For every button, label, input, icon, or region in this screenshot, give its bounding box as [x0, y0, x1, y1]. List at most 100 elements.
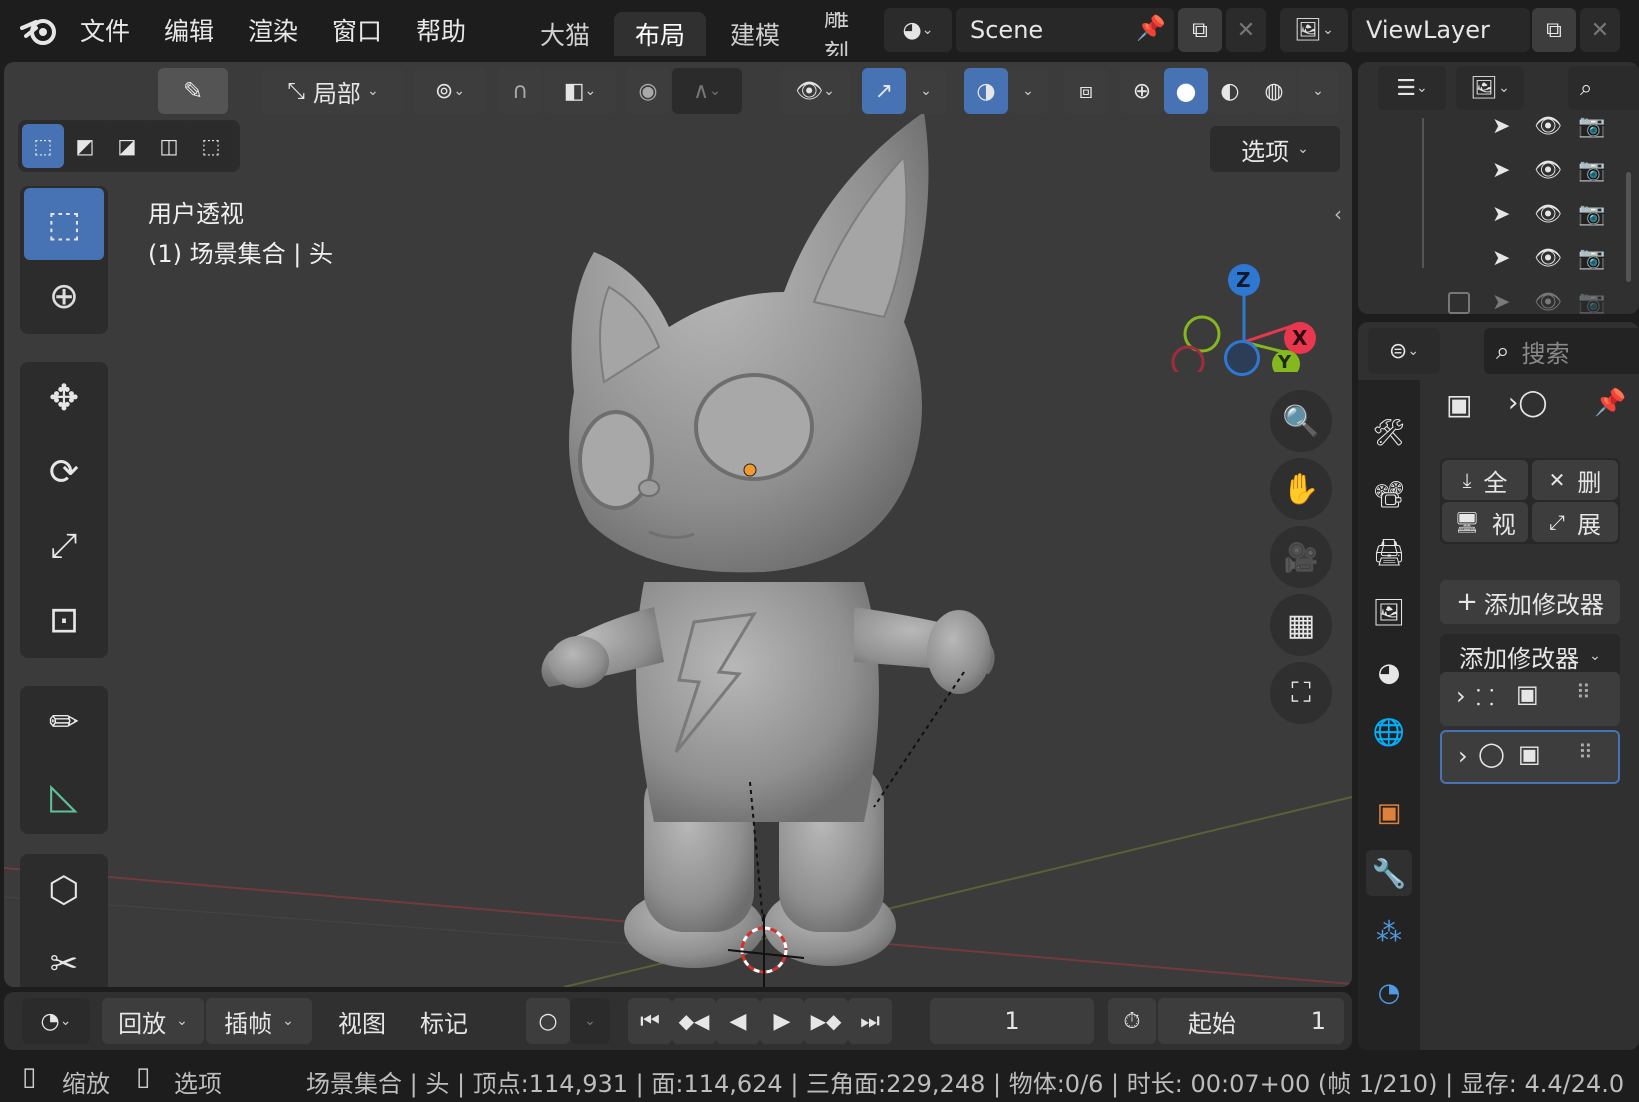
drag-handle-icon[interactable]: ⠿ — [1578, 740, 1593, 764]
select-arrow-icon[interactable]: ➤ — [1492, 158, 1510, 183]
expand-all-button[interactable]: ⤢ 展 — [1532, 502, 1618, 542]
marker-menu[interactable]: 标记 — [420, 1004, 468, 1039]
tool-select-box[interactable]: ⬚ — [24, 188, 104, 260]
tool-transform-origin[interactable]: ✂ — [24, 928, 104, 987]
viewlayer-browse-button[interactable]: 🖼 ⌄ — [1280, 8, 1348, 52]
modifier-panel-2[interactable]: › ◯ ▣ ⠿ — [1440, 730, 1620, 784]
outliner-filter-dropdown[interactable]: 🖼 ⌄ — [1456, 66, 1524, 110]
transform-orientation-dropdown[interactable]: ⤡ 局部 ⌄ — [262, 68, 404, 114]
tab-view-layer[interactable]: 🖼 — [1366, 590, 1412, 636]
shading-material-button[interactable]: ◐ — [1208, 68, 1252, 114]
tool-move[interactable]: ✥ — [24, 362, 104, 434]
tab-tool[interactable]: 🛠 — [1366, 410, 1412, 456]
proportional-edit-toggle[interactable]: ◉ — [626, 68, 670, 114]
3d-viewport[interactable]: ✎ ⤡ 局部 ⌄ ⊚ ⌄ ∩ ◧ ⌄ ◉ ∧ ⌄ 👁 ⌄ ↗ ⌄ ◑ ⌄ ⧈ ⊕… — [4, 62, 1352, 987]
use-preview-range-toggle[interactable]: ⏱ — [1108, 998, 1156, 1044]
tab-workspace-damao[interactable]: 大猫 — [520, 12, 610, 56]
view-menu[interactable]: 视图 — [338, 1004, 386, 1039]
select-mode-new-button[interactable]: ⬚ — [22, 124, 64, 168]
outliner-scrollbar[interactable] — [1626, 172, 1631, 282]
tab-scene[interactable]: ◕ — [1366, 650, 1412, 696]
camera-icon[interactable]: 📷 — [1578, 114, 1605, 139]
eyedropper-button[interactable]: ✎ — [158, 68, 228, 114]
shading-dropdown[interactable]: ⌄ — [1298, 68, 1338, 114]
auto-keying-dropdown[interactable]: ⌄ — [570, 998, 610, 1044]
xray-toggle[interactable]: ⧈ — [1064, 68, 1108, 114]
tab-physics[interactable]: ◔ — [1366, 970, 1412, 1016]
pan-view-button[interactable]: ✋ — [1270, 458, 1332, 520]
next-keyframe-button[interactable]: ▶◆ — [804, 998, 848, 1044]
delete-viewlayer-button[interactable]: ✕ — [1580, 8, 1620, 52]
expand-arrow-icon[interactable]: › — [1456, 682, 1466, 710]
menu-help[interactable]: 帮助 — [416, 12, 466, 48]
pivot-point-dropdown[interactable]: ⊚ ⌄ — [414, 68, 486, 114]
tab-object[interactable]: ▣ — [1366, 790, 1412, 836]
drag-handle-icon[interactable]: ⠿ — [1576, 680, 1591, 704]
menu-render[interactable]: 渲染 — [248, 12, 298, 48]
expand-arrow-icon[interactable]: › — [1458, 742, 1468, 770]
gizmo-neg-z-handle[interactable] — [1224, 340, 1260, 376]
eye-icon[interactable]: 👁 — [1534, 202, 1562, 227]
zoom-view-button[interactable]: 🔍 — [1270, 390, 1332, 452]
properties-editor-type-dropdown[interactable]: ⊜ ⌄ — [1368, 328, 1440, 374]
modifier-panel-1[interactable]: › ⸬ ▣ ⠿ — [1440, 672, 1620, 726]
modifier-toggles-icon[interactable]: ▣ — [1516, 680, 1539, 708]
tab-workspace-modeling[interactable]: 建模 — [710, 12, 800, 56]
playback-menu[interactable]: 回放 ⌄ — [102, 998, 204, 1044]
select-arrow-icon[interactable]: ➤ — [1492, 290, 1510, 314]
ortho-toggle-button[interactable]: ▦ — [1270, 594, 1332, 656]
current-frame-field[interactable]: 1 — [930, 998, 1094, 1044]
tool-scale[interactable]: ⤢ — [24, 510, 104, 582]
properties-search-field[interactable]: ⌕ 搜索 — [1484, 328, 1639, 374]
tab-world[interactable]: 🌐 — [1366, 710, 1412, 756]
new-viewlayer-button[interactable]: ⧉ — [1532, 8, 1576, 52]
checkbox[interactable] — [1448, 292, 1470, 314]
falloff-dropdown[interactable]: ∧ ⌄ — [672, 68, 742, 114]
eye-icon[interactable]: 👁 — [1534, 290, 1562, 314]
blender-logo-icon[interactable] — [20, 14, 60, 48]
camera-icon[interactable]: 📷 — [1578, 290, 1605, 314]
tab-modifiers[interactable]: 🔧 — [1366, 850, 1412, 896]
play-button[interactable]: ▶ — [760, 998, 804, 1044]
viewport-display-button[interactable]: 🖥 视 — [1442, 502, 1528, 542]
add-modifier-button[interactable]: + 添加修改器 — [1440, 580, 1620, 624]
gizmo-dropdown[interactable]: ⌄ — [906, 68, 946, 114]
select-mode-subtract-button[interactable]: ◪ — [106, 124, 148, 168]
outliner-display-mode-dropdown[interactable]: ☰ ⌄ — [1378, 66, 1446, 110]
shading-rendered-button[interactable]: ◍ — [1252, 68, 1296, 114]
tab-workspace-layout[interactable]: 布局 — [614, 12, 706, 56]
shading-wireframe-button[interactable]: ⊕ — [1120, 68, 1164, 114]
delete-all-button[interactable]: ✕ 删 — [1532, 460, 1618, 500]
camera-icon[interactable]: 📷 — [1578, 246, 1605, 271]
camera-icon[interactable]: 📷 — [1578, 202, 1605, 227]
select-mode-invert-button[interactable]: ◫ — [148, 124, 190, 168]
tool-add-cube[interactable]: ⬡ — [24, 854, 104, 926]
modifier-toggles-icon[interactable]: ▣ — [1518, 740, 1541, 768]
jump-end-button[interactable]: ⏭ — [848, 998, 892, 1044]
jump-start-button[interactable]: ⏮ — [628, 998, 672, 1044]
selectability-dropdown[interactable]: 👁 ⌄ — [780, 68, 850, 114]
menu-edit[interactable]: 编辑 — [164, 12, 214, 48]
select-arrow-icon[interactable]: ➤ — [1492, 114, 1510, 139]
show-gizmo-toggle[interactable]: ↗ — [862, 68, 906, 114]
show-overlays-toggle[interactable]: ◑ — [964, 68, 1008, 114]
prev-keyframe-button[interactable]: ◆◀ — [672, 998, 716, 1044]
eye-icon[interactable]: 👁 — [1534, 246, 1562, 271]
outliner-search-field[interactable]: ⌕ — [1568, 66, 1639, 110]
local-view-button[interactable]: ⛶ — [1270, 662, 1332, 724]
menu-file[interactable]: 文件 — [80, 12, 130, 48]
play-reverse-button[interactable]: ◀ — [716, 998, 760, 1044]
pin-icon[interactable]: 📌 — [1136, 14, 1166, 42]
sidebar-toggle-icon[interactable]: ‹ — [1334, 202, 1342, 226]
start-frame-field[interactable]: 起始 1 — [1158, 998, 1344, 1044]
eye-icon[interactable]: 👁 — [1534, 158, 1562, 183]
menu-window[interactable]: 窗口 — [332, 12, 382, 48]
tab-particles[interactable]: ⁂ — [1366, 910, 1412, 956]
camera-view-button[interactable]: 🎥 — [1270, 526, 1332, 588]
tool-measure[interactable]: ◺ — [24, 760, 104, 832]
keying-menu[interactable]: 插帧 ⌄ — [206, 998, 312, 1044]
camera-icon[interactable]: 📷 — [1578, 158, 1605, 183]
shading-solid-button[interactable]: ● — [1164, 68, 1208, 114]
tool-rotate[interactable]: ⟳ — [24, 436, 104, 508]
tool-cursor[interactable]: ⊕ — [24, 260, 104, 332]
